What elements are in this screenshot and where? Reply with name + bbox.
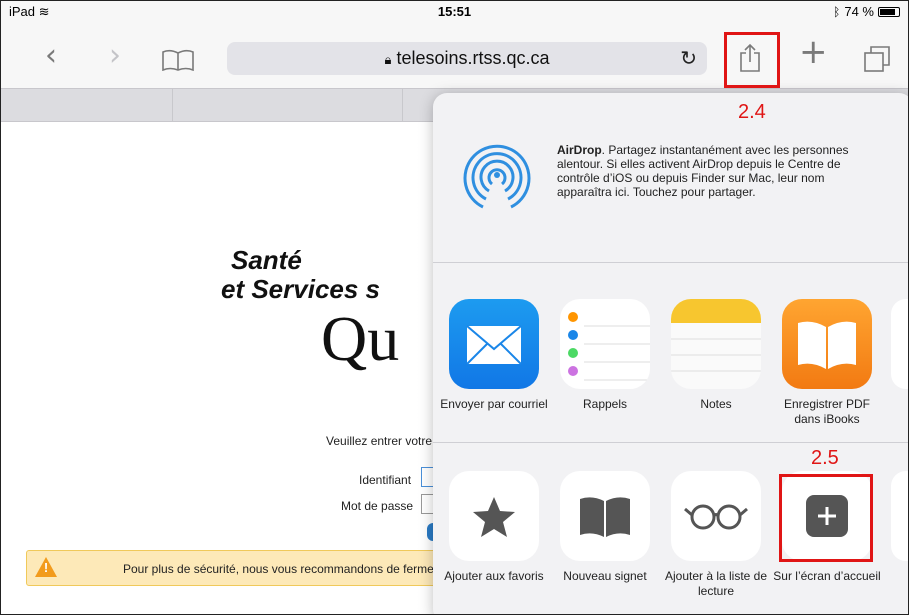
action-label: Ajouter aux favoris bbox=[444, 569, 544, 583]
airdrop-icon bbox=[453, 131, 541, 219]
action-reading-list[interactable]: Ajouter à la liste de lecture bbox=[661, 471, 771, 599]
url-display: 🔒︎ telesoins.rtss.qc.ca bbox=[227, 48, 707, 69]
url-text: telesoins.rtss.qc.ca bbox=[396, 48, 550, 68]
lock-icon: 🔒︎ bbox=[384, 52, 392, 67]
security-warning: ! Pour plus de sécurité, nous vous recom… bbox=[26, 550, 436, 586]
tab-cell[interactable] bbox=[173, 89, 403, 122]
share-app-notes[interactable]: Notes bbox=[661, 299, 771, 412]
share-apps-row: Envoyer par courriel Rappels Notes Enreg… bbox=[433, 283, 908, 443]
share-app-label: Enregistrer PDF dans iBooks bbox=[783, 397, 871, 426]
action-label: Ajouter à la liste de lecture bbox=[664, 569, 768, 598]
password-label: Mot de passe bbox=[341, 499, 414, 513]
battery-percent: 74 % bbox=[844, 4, 874, 19]
step-2-5-label: 2.5 bbox=[811, 447, 839, 469]
airdrop-description: AirDrop. Partagez instantanément avec le… bbox=[557, 143, 877, 199]
tabs-icon[interactable] bbox=[863, 45, 891, 73]
forward-icon[interactable]: › bbox=[109, 41, 121, 71]
logo-line-2: et Services s bbox=[221, 274, 381, 304]
share-app-reminders[interactable]: Rappels bbox=[550, 299, 660, 412]
status-right: ᛒ 74 % bbox=[833, 4, 900, 19]
mail-icon bbox=[449, 299, 539, 389]
logo-line-1: Santé bbox=[231, 245, 302, 275]
share-app-partial[interactable] bbox=[891, 299, 908, 389]
battery-icon bbox=[878, 6, 900, 17]
airdrop-section[interactable]: AirDrop. Partagez instantanément avec le… bbox=[433, 93, 908, 263]
airdrop-title: AirDrop bbox=[557, 143, 602, 157]
action-label: Sur l’écran d’accueil bbox=[773, 569, 881, 583]
notes-icon bbox=[671, 299, 761, 389]
address-bar[interactable]: 🔒︎ telesoins.rtss.qc.ca ↻ bbox=[227, 42, 707, 75]
share-app-label: Rappels bbox=[582, 397, 628, 411]
share-app-label: Envoyer par courriel bbox=[440, 397, 548, 411]
home-screen-highlight bbox=[779, 474, 873, 562]
share-app-mail[interactable]: Envoyer par courriel bbox=[439, 299, 549, 412]
back-icon[interactable]: ‹ bbox=[45, 41, 57, 71]
action-label: Nouveau signet bbox=[563, 569, 647, 583]
ipad-screen: iPad ≋ 15:51 ᛒ 74 % ‹ › 🔒︎ telesoins.rts… bbox=[0, 0, 909, 615]
book-icon bbox=[560, 471, 650, 561]
step-2-4-label: 2.4 bbox=[738, 101, 766, 123]
login-instructions: Veuillez entrer votre bbox=[326, 434, 433, 448]
airdrop-body: . Partagez instantanément avec les perso… bbox=[557, 143, 849, 199]
logo-line-3: Qu bbox=[321, 303, 400, 374]
bluetooth-icon: ᛒ bbox=[833, 4, 841, 19]
share-app-label: Notes bbox=[700, 397, 732, 411]
action-new-bookmark[interactable]: Nouveau signet bbox=[550, 471, 660, 584]
share-app-ibooks[interactable]: Enregistrer PDF dans iBooks bbox=[772, 299, 882, 427]
action-add-favorite[interactable]: Ajouter aux favoris bbox=[439, 471, 549, 584]
reload-icon[interactable]: ↻ bbox=[680, 46, 697, 70]
star-icon bbox=[449, 471, 539, 561]
new-tab-icon[interactable]: + bbox=[799, 35, 828, 69]
share-button-highlight bbox=[724, 32, 780, 88]
identifiant-label: Identifiant bbox=[359, 473, 412, 487]
bookmarks-icon[interactable] bbox=[161, 49, 195, 72]
glasses-icon bbox=[671, 471, 761, 561]
warning-text: Pour plus de sécurité, nous vous recomma… bbox=[123, 562, 434, 576]
status-bar: iPad ≋ 15:51 ᛒ 74 % bbox=[1, 1, 908, 23]
warning-mark: ! bbox=[43, 560, 49, 575]
tab-cell[interactable] bbox=[1, 89, 173, 122]
clock: 15:51 bbox=[437, 4, 472, 19]
ibooks-icon bbox=[782, 299, 872, 389]
share-action-partial[interactable] bbox=[891, 471, 908, 561]
reminders-icon bbox=[560, 299, 650, 389]
